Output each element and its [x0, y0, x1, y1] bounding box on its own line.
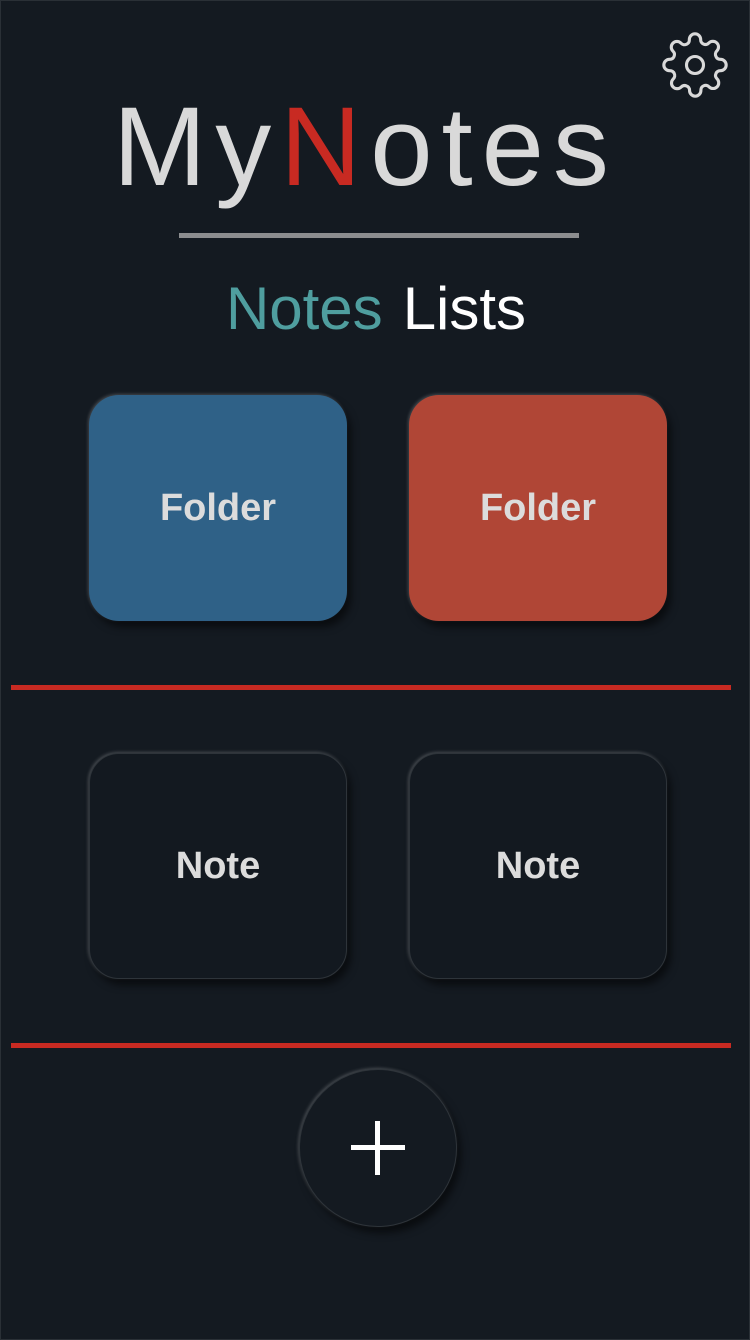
folder-label: Folder — [159, 486, 277, 529]
tab-bar: Notes Lists — [1, 271, 750, 347]
folder-card-red[interactable]: Folder — [409, 395, 667, 621]
logo-underline — [179, 233, 579, 238]
section-divider — [11, 685, 731, 690]
note-card[interactable]: Note — [409, 753, 667, 979]
folder-label: Folder — [479, 486, 597, 529]
folder-card-blue[interactable]: Folder — [89, 395, 347, 621]
logo-text-otes: otes — [370, 84, 618, 209]
settings-button[interactable] — [657, 29, 733, 101]
tab-notes[interactable]: Notes — [226, 271, 383, 347]
note-label: Note — [495, 844, 581, 887]
note-label: Note — [175, 844, 261, 887]
tab-lists[interactable]: Lists — [403, 271, 526, 347]
add-button[interactable] — [299, 1069, 457, 1227]
logo-text-my: My — [113, 84, 281, 209]
logo-text-n: N — [280, 84, 371, 209]
gear-icon — [662, 32, 728, 98]
plus-icon — [351, 1121, 405, 1175]
app-logo: My Notes — [113, 85, 618, 209]
section-divider — [11, 1043, 731, 1048]
note-card[interactable]: Note — [89, 753, 347, 979]
